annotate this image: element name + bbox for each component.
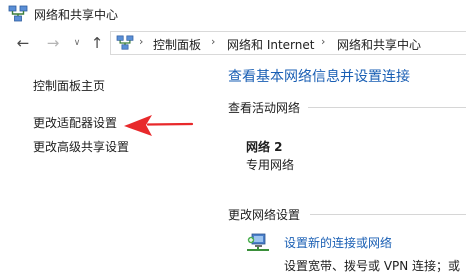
breadcrumb-separator[interactable]: › bbox=[321, 35, 325, 48]
network-type: 专用网络 bbox=[246, 158, 295, 172]
network-center-icon bbox=[116, 35, 134, 50]
section-divider bbox=[308, 107, 466, 108]
sidebar-item-change-advanced-sharing[interactable]: 更改高级共享设置 bbox=[33, 138, 129, 155]
change-network-settings-heading: 更改网络设置 bbox=[228, 208, 301, 222]
back-button[interactable]: ← bbox=[14, 34, 32, 52]
breadcrumb-network-internet[interactable]: 网络和 Internet bbox=[227, 36, 314, 53]
navigation-bar: ← → ∨ ↑ › 控制面板 › 网络和 Internet › 网络和共享中心 bbox=[0, 28, 466, 58]
sidebar: 控制面板主页 更改适配器设置 更改高级共享设置 bbox=[0, 58, 210, 277]
title-bar: 网络和共享中心 bbox=[0, 0, 466, 28]
recent-locations-button[interactable]: ∨ bbox=[68, 34, 86, 52]
active-networks-heading: 查看活动网络 bbox=[228, 101, 301, 115]
breadcrumb-control-panel[interactable]: 控制面板 bbox=[153, 36, 201, 53]
setup-new-connection-link[interactable]: 设置新的连接或网络 bbox=[284, 234, 392, 251]
main-content: 查看基本网络信息并设置连接 查看活动网络 网络 2 专用网络 更改网络设置 设置… bbox=[210, 58, 466, 277]
network-center-icon bbox=[8, 5, 28, 22]
sidebar-item-change-adapter-settings[interactable]: 更改适配器设置 bbox=[33, 114, 117, 131]
breadcrumb-network-sharing-center[interactable]: 网络和共享中心 bbox=[337, 36, 421, 53]
forward-button[interactable]: → bbox=[44, 34, 62, 52]
breadcrumb-separator[interactable]: › bbox=[139, 35, 143, 48]
page-title: 查看基本网络信息并设置连接 bbox=[228, 69, 410, 85]
setup-new-connection-description: 设置宽带、拨号或 VPN 连接；或 bbox=[284, 259, 461, 273]
new-connection-icon bbox=[247, 233, 269, 251]
sidebar-item-control-panel-home[interactable]: 控制面板主页 bbox=[33, 77, 105, 94]
address-bar[interactable]: › 控制面板 › 网络和 Internet › 网络和共享中心 bbox=[110, 31, 466, 55]
network-name: 网络 2 bbox=[246, 140, 283, 154]
breadcrumb-separator[interactable]: › bbox=[211, 35, 215, 48]
window-title: 网络和共享中心 bbox=[34, 8, 119, 22]
section-divider bbox=[310, 214, 466, 215]
red-arrow-annotation bbox=[124, 115, 194, 136]
up-button[interactable]: ↑ bbox=[88, 34, 106, 52]
